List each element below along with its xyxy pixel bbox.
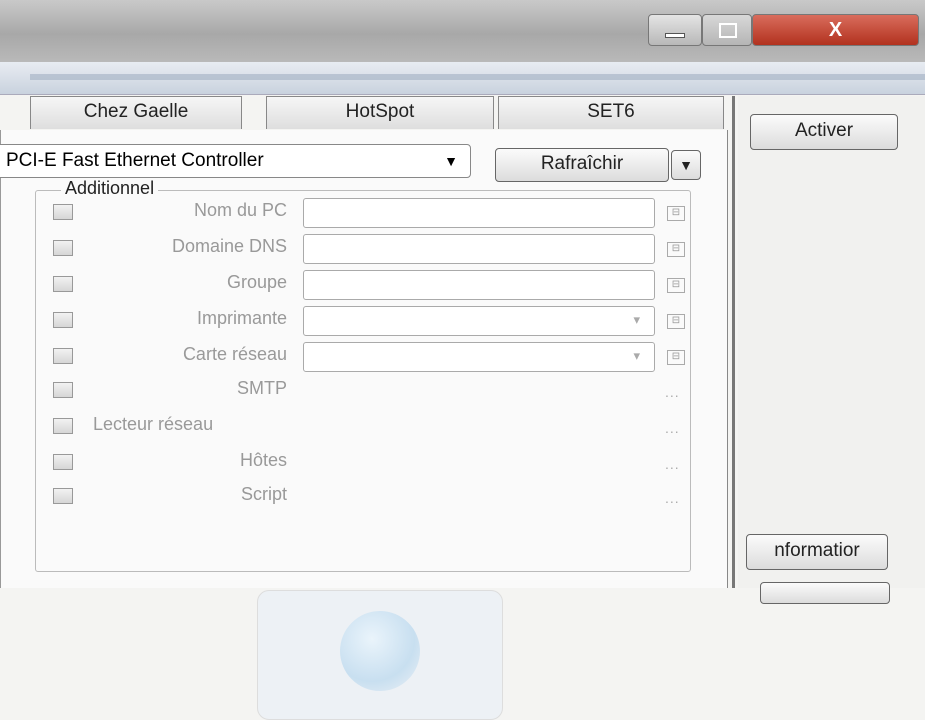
lock-icon[interactable]: ⊟ <box>667 242 685 257</box>
option-label: Hôtes <box>239 450 287 470</box>
information-button[interactable]: nformatior <box>746 534 888 570</box>
option-label: Lecteur réseau <box>93 414 214 434</box>
option-row: Nom du PC ⊟ <box>1 198 727 228</box>
refresh-button[interactable]: Rafraîchir <box>495 148 669 182</box>
option-checkbox[interactable] <box>53 348 73 364</box>
tab-set6[interactable]: SET6 <box>498 96 724 129</box>
option-label: Imprimante <box>196 308 287 328</box>
chevron-down-icon: ▼ <box>444 153 458 169</box>
option-label: Groupe <box>226 272 287 292</box>
option-checkbox[interactable] <box>53 418 73 434</box>
option-input[interactable] <box>303 198 655 228</box>
more-button[interactable]: ... <box>665 384 680 400</box>
adapter-select[interactable]: PCI-E Fast Ethernet Controller ▼ <box>0 144 471 178</box>
secondary-button[interactable] <box>760 582 890 604</box>
option-checkbox[interactable] <box>53 204 73 220</box>
right-pane: Activer nformatior <box>738 96 925 604</box>
option-label: SMTP <box>236 378 287 398</box>
tab-chez-gaelle[interactable]: Chez Gaelle <box>30 96 242 129</box>
loading-overlay <box>257 590 503 720</box>
more-button[interactable]: ... <box>665 456 680 472</box>
adapter-select-value: PCI-E Fast Ethernet Controller <box>6 150 264 171</box>
option-input[interactable] <box>303 234 655 264</box>
more-button[interactable]: ... <box>665 490 680 506</box>
option-checkbox[interactable] <box>53 488 73 504</box>
option-row: Groupe ⊟ <box>1 270 727 300</box>
activate-button[interactable]: Activer <box>750 114 898 150</box>
refresh-menu-button[interactable]: ▼ <box>671 150 701 180</box>
option-checkbox[interactable] <box>53 312 73 328</box>
lock-icon[interactable]: ⊟ <box>667 278 685 293</box>
option-label: Carte réseau <box>182 344 287 364</box>
option-label: Domaine DNS <box>171 236 287 256</box>
option-checkbox[interactable] <box>53 382 73 398</box>
option-row: Domaine DNS ⊟ <box>1 234 727 264</box>
lock-icon[interactable]: ⊟ <box>667 206 685 221</box>
option-row: Lecteur réseau... <box>1 412 727 442</box>
option-checkbox[interactable] <box>53 240 73 256</box>
title-bar: X <box>0 0 925 62</box>
lock-icon[interactable]: ⊟ <box>667 350 685 365</box>
tab-hotspot[interactable]: HotSpot <box>266 96 494 129</box>
option-input[interactable] <box>303 270 655 300</box>
option-checkbox[interactable] <box>53 276 73 292</box>
option-select[interactable] <box>303 306 655 336</box>
pane-divider[interactable] <box>732 96 735 588</box>
option-label: Script <box>240 484 287 504</box>
profile-tabs: Chez Gaelle HotSpot SET6 <box>0 96 728 130</box>
maximize-button[interactable] <box>702 14 752 46</box>
close-button[interactable]: X <box>752 14 919 46</box>
option-select[interactable] <box>303 342 655 372</box>
more-button[interactable]: ... <box>665 420 680 436</box>
option-row: Hôtes... <box>1 448 727 478</box>
settings-panel: PCI-E Fast Ethernet Controller ▼ Rafraîc… <box>0 130 728 720</box>
option-checkbox[interactable] <box>53 454 73 470</box>
minimize-button[interactable] <box>648 14 702 46</box>
option-row: Imprimante ⊟ <box>1 306 727 336</box>
lock-icon[interactable]: ⊟ <box>667 314 685 329</box>
additional-group-title: Additionnel <box>61 178 159 199</box>
option-row: Carte réseau ⊟ <box>1 342 727 372</box>
option-row: Script... <box>1 482 727 512</box>
toolbar-strip <box>0 62 925 95</box>
option-row: SMTP... <box>1 376 727 406</box>
option-label: Nom du PC <box>193 200 287 220</box>
